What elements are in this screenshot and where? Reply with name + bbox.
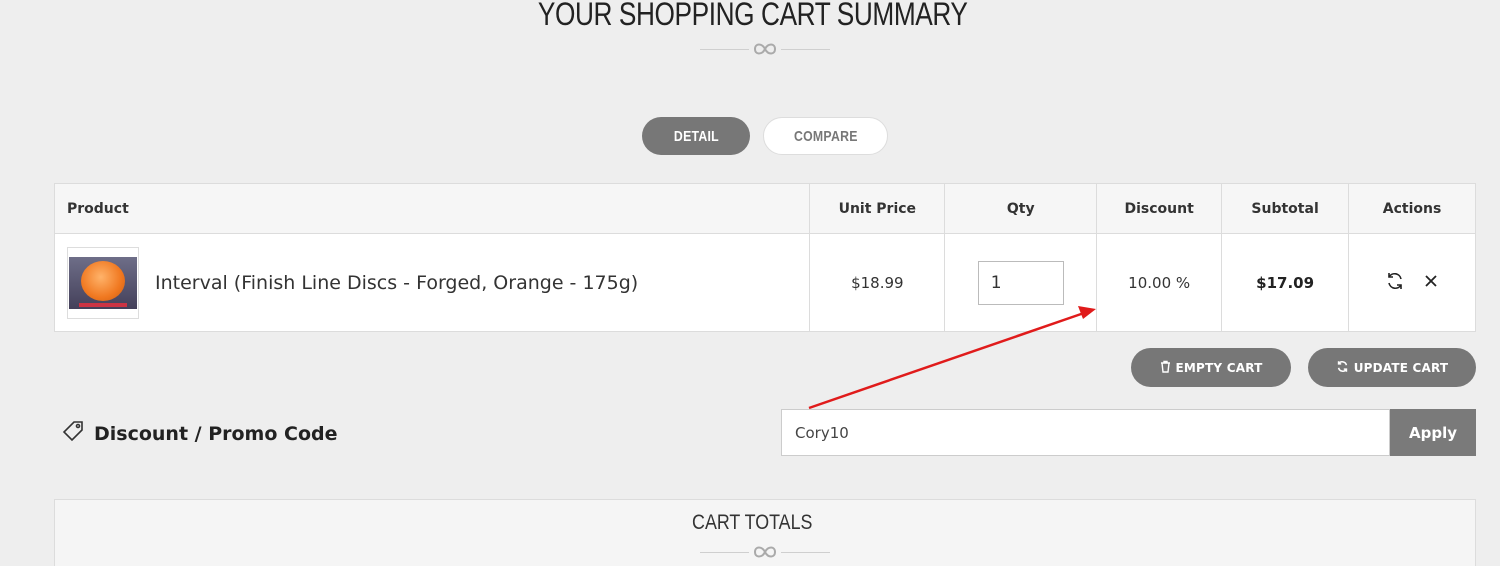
subtotal-value: $17.09 <box>1221 233 1350 332</box>
promo-code-input[interactable] <box>781 409 1390 456</box>
apply-button[interactable]: Apply <box>1390 409 1476 456</box>
column-header-unit-price: Unit Price <box>809 183 946 234</box>
cart-table: Product Unit Price Qty Discount Subtotal… <box>53 183 1476 332</box>
title-divider <box>700 42 830 56</box>
column-header-qty: Qty <box>944 183 1098 234</box>
promo-code-label: Discount / Promo Code <box>62 420 338 447</box>
close-icon[interactable] <box>1423 273 1439 293</box>
refresh-icon[interactable] <box>1385 271 1405 295</box>
compare-tab-button[interactable]: COMPARE <box>763 117 888 155</box>
detail-tab-button[interactable]: DETAIL <box>642 117 750 155</box>
column-header-product: Product <box>53 183 811 234</box>
column-header-discount: Discount <box>1096 183 1223 234</box>
empty-cart-button[interactable]: EMPTY CART <box>1131 348 1291 387</box>
column-header-subtotal: Subtotal <box>1221 183 1350 234</box>
table-row: Interval (Finish Line Discs - Forged, Or… <box>53 233 1476 332</box>
column-header-actions: Actions <box>1348 183 1476 234</box>
unit-price: $18.99 <box>809 233 946 332</box>
infinity-icon <box>749 42 781 56</box>
discount-value: 10.00 % <box>1096 233 1223 332</box>
refresh-icon <box>1336 360 1349 376</box>
infinity-icon <box>749 545 781 559</box>
page-title: YOUR SHOPPING CART SUMMARY <box>537 0 968 32</box>
qty-input[interactable] <box>977 260 1064 305</box>
totals-divider <box>700 545 830 559</box>
table-header-row: Product Unit Price Qty Discount Subtotal… <box>53 183 1476 234</box>
cart-totals-title: CART TOTALS <box>692 511 813 534</box>
trash-icon <box>1160 360 1171 376</box>
update-cart-button[interactable]: UPDATE CART <box>1308 348 1476 387</box>
tag-icon <box>62 420 84 447</box>
product-name-link[interactable]: Interval (Finish Line Discs - Forged, Or… <box>155 272 638 294</box>
product-thumbnail[interactable] <box>67 246 139 319</box>
